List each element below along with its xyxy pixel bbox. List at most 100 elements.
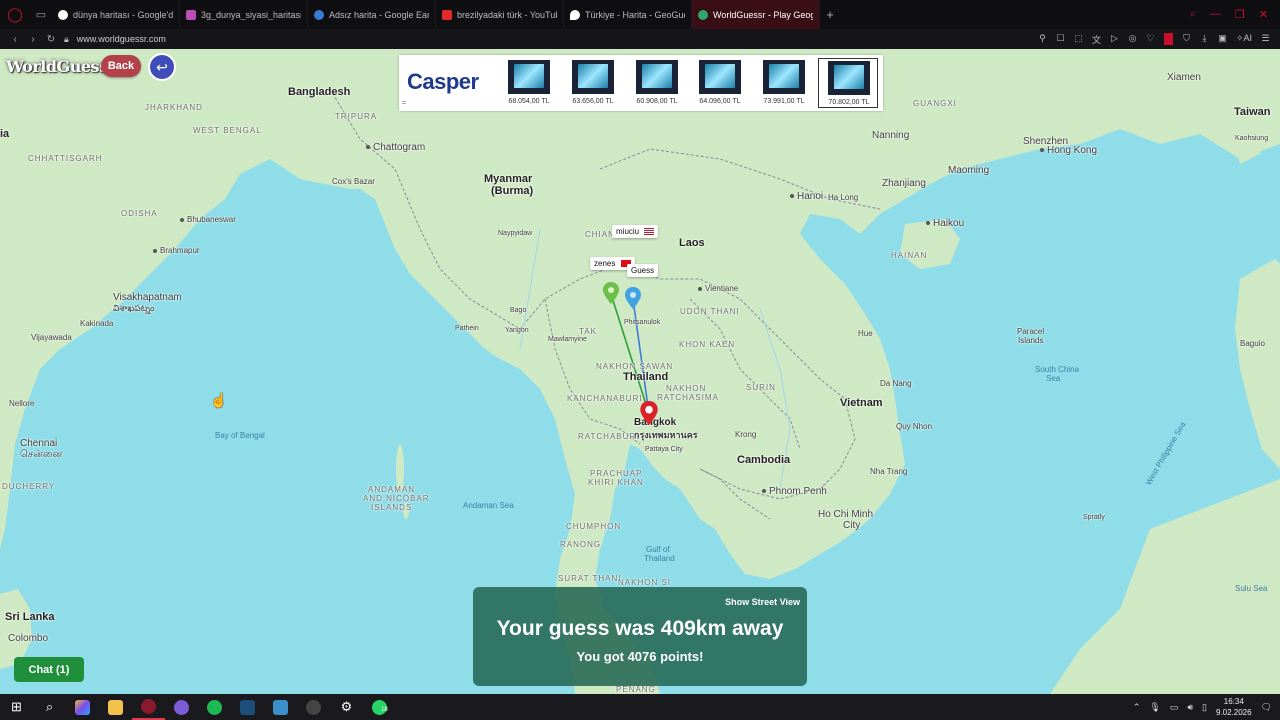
guess-pin-green[interactable] — [603, 282, 619, 304]
settings-button[interactable]: ⚙ — [330, 694, 363, 720]
map-label-ranong: RANONG — [560, 540, 602, 549]
microphone-icon[interactable]: 🎙︎ — [1149, 702, 1160, 713]
opera-logo-icon[interactable]: ◯ — [0, 0, 30, 29]
tab-google-search[interactable]: dünya haritası - Google'da — [52, 0, 180, 29]
reload-icon[interactable]: ↻ — [42, 34, 60, 45]
camera-icon[interactable]: ◎ — [1128, 33, 1137, 46]
network-icon[interactable]: ▭ — [1170, 702, 1179, 713]
map-label-west-bengal: WEST BENGAL — [193, 126, 262, 135]
tab-geoguessr[interactable]: Türkiye - Harita - GeoGuessr — [564, 0, 692, 29]
map-label-khon-kaen: KHON KAEN — [679, 340, 736, 349]
search-button[interactable]: ⌕ — [33, 694, 66, 720]
actual-location-pin[interactable] — [640, 401, 658, 425]
start-button[interactable]: ⊞ — [0, 694, 33, 720]
address-toolbar: ⚲ ☐ ⬚ 文 ▷ ◎ ♡ ⛉ ⤓ ▣ ✧AI ☰ — [1038, 32, 1280, 46]
back-arrow-icon[interactable]: ‹ — [6, 34, 24, 45]
map-label-brahmapur: Brahmapur — [153, 246, 200, 255]
guess-pin-blue[interactable] — [625, 287, 641, 309]
volume-icon[interactable]: 🔊︎ — [1187, 702, 1193, 713]
translate-icon[interactable]: 文 — [1092, 33, 1101, 46]
map-label-chiang-mai: CHIAN — [585, 230, 615, 239]
map-label-chennai: Chennai — [20, 438, 58, 449]
laptop-image — [636, 60, 678, 94]
show-street-view-button[interactable]: Show Street View — [725, 597, 800, 607]
tab-label: 3g_dunya_siyasi_haritasi3 — [201, 9, 301, 20]
map-label-visakhapatnam-telugu: విశాఖపట్నం — [113, 303, 155, 313]
screenshot-icon[interactable]: ⬚ — [1074, 33, 1083, 46]
undo-icon[interactable]: ↩ — [148, 53, 176, 81]
menu-icon[interactable]: ☰ — [1261, 33, 1270, 46]
bookmark-icon[interactable]: ☐ — [1056, 33, 1065, 46]
heart-icon[interactable]: ♡ — [1146, 33, 1155, 46]
restore-icon[interactable]: ❐ — [1235, 8, 1245, 21]
window-controls: ⌕ — ❐ ✕ — [1190, 8, 1280, 21]
notification-icon[interactable]: 🗨︎ — [1261, 702, 1272, 713]
copilot-button[interactable] — [66, 694, 99, 720]
play-icon[interactable]: ▷ — [1110, 33, 1119, 46]
steam-button[interactable] — [231, 694, 264, 720]
chat-button[interactable]: Chat (1) — [14, 657, 84, 682]
opera-gx-button[interactable] — [132, 694, 165, 720]
whatsapp-button[interactable]: 18 — [363, 694, 396, 720]
map-label-spratly: Spratly — [1083, 514, 1105, 521]
map-label-colombo: Colombo — [8, 633, 49, 644]
tab-label: dünya haritası - Google'da — [73, 9, 173, 20]
aria-ai-icon[interactable]: ✧AI — [1236, 33, 1252, 46]
steam-icon — [240, 699, 255, 715]
tab-youtube[interactable]: brezilyadaki türk - YouTube — [436, 0, 564, 29]
battery-icon[interactable]: ▯ — [1202, 702, 1207, 713]
ad-price: 68.054,00 TL — [508, 98, 550, 105]
map-label-yangon: Yangon — [505, 327, 529, 334]
map-label-phitsanulok: Phitsanulok — [624, 319, 661, 326]
map-label-kakinada: Kakinada — [80, 319, 114, 328]
map-label-mawlamyine: Mawlamyine — [548, 336, 587, 343]
map-label-paracel: Paracel — [1017, 327, 1045, 336]
tab-map-image[interactable]: 3g_dunya_siyasi_haritasi3 — [180, 0, 308, 29]
tab-worldguessr[interactable]: WorldGuessr - Play Geogu — [692, 0, 820, 29]
laptop-image — [508, 60, 550, 94]
forward-arrow-icon[interactable]: › — [24, 34, 42, 45]
map-label-vijayawada: Vijayawada — [31, 333, 72, 342]
browser-tab-bar: ◯ ▭ dünya haritası - Google'da 3g_dunya_… — [0, 0, 1280, 29]
worldguessr-logo[interactable]: WorldGuessr — [6, 57, 116, 76]
ad-product[interactable]: 60.908,00 TL — [627, 58, 687, 108]
tab-google-earth[interactable]: Adsız harita - Google Earth — [308, 0, 436, 29]
snapshot-icon[interactable]: ▣ — [1218, 33, 1227, 46]
ad-brand-logo[interactable]: Casper — [407, 69, 479, 95]
pin-icon[interactable]: ⚲ — [1038, 33, 1047, 46]
tab-label: Türkiye - Harita - GeoGuessr — [585, 9, 685, 20]
map-label-zhanjiang: Zhanjiang — [882, 178, 926, 189]
minimize-icon[interactable]: — — [1210, 8, 1221, 21]
download-icon[interactable]: ⤓ — [1200, 33, 1209, 46]
result-distance: Your guess was 409km away — [496, 617, 784, 640]
back-button[interactable]: Back — [101, 55, 141, 77]
clock[interactable]: 16:34 9.02.2026 — [1216, 696, 1252, 718]
app-button[interactable] — [264, 694, 297, 720]
chevron-up-icon[interactable]: ⌃ — [1133, 702, 1141, 713]
new-tab-plus-icon[interactable]: + — [820, 7, 840, 22]
ad-product[interactable]: 70.802,00 TL — [818, 58, 878, 108]
ad-banner[interactable]: Casper = 68.054,00 TL 63.656,00 TL 60.90… — [399, 55, 883, 111]
file-explorer-button[interactable] — [99, 694, 132, 720]
ad-product[interactable]: 63.656,00 TL — [563, 58, 623, 108]
search-tabs-icon[interactable]: ⌕ — [1190, 8, 1196, 21]
lock-icon[interactable]: 🔒︎ — [64, 34, 69, 45]
map-label-ha-long: Ha Long — [828, 193, 859, 202]
map-label-bhubaneswar: Bhubaneswar — [180, 215, 236, 224]
tab-label: brezilyadaki türk - YouTube — [457, 9, 557, 20]
url-field[interactable]: www.worldguessr.com — [77, 34, 166, 44]
app-button[interactable] — [165, 694, 198, 720]
map-label-udon-thani: UDON THANI — [680, 307, 740, 316]
laptop-image — [828, 61, 870, 95]
ad-product[interactable]: 64.096,00 TL — [690, 58, 750, 108]
result-map[interactable]: Bangladesh JHARKHAND WEST BENGAL TRIPURA… — [0, 49, 1280, 694]
close-icon[interactable]: ✕ — [1259, 8, 1268, 21]
ad-product[interactable]: 68.054,00 TL — [499, 58, 559, 108]
ad-product[interactable]: 73.991,00 TL — [754, 58, 814, 108]
spotify-button[interactable] — [198, 694, 231, 720]
opera-icon — [141, 698, 156, 714]
wallet-icon[interactable]: ⛉ — [1182, 33, 1191, 46]
tab-menu-icon[interactable]: ▭ — [30, 0, 52, 29]
app-button[interactable] — [297, 694, 330, 720]
map-label-nha-trang: Nha Trang — [870, 467, 908, 476]
